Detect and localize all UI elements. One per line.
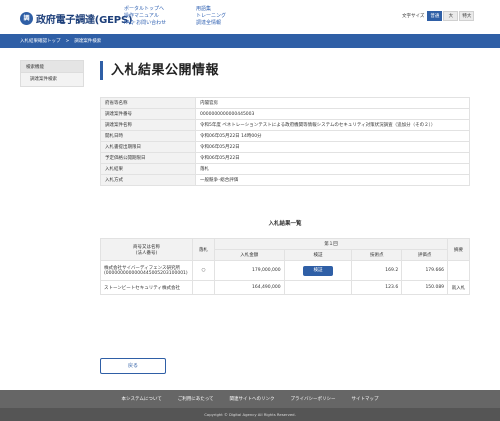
company-cell: 株式会社サイバーディフェンス研究所 (000000000000044500520… <box>100 260 193 281</box>
breadcrumb-bar: 入札結果確認トップ > 調達案件検索 <box>0 34 500 48</box>
chevron-right-icon: > <box>65 38 70 44</box>
manual-link[interactable]: 操作マニュアル <box>124 13 166 20</box>
footer-link-privacy[interactable]: プライバシーポリシー <box>291 396 336 402</box>
bid-results-table: 商号又は名称 (法人番号) 落札 第１回 摘要 入札金額 検証 技術点 評価点 … <box>100 238 470 295</box>
info-label: 開札日時 <box>100 130 196 142</box>
note: 就入札 <box>447 280 470 295</box>
footer-link-related[interactable]: 関連サイトへのリンク <box>230 396 275 402</box>
site-header: 調 政府電子調達(GEPS) ポータルトップへ 操作マニュアル FAQ･お問い合… <box>0 0 500 34</box>
info-value: 落札 <box>195 163 470 175</box>
table-row: ストーンビートセキュリティ株式会社 164,490,000 123.6 150.… <box>100 280 470 295</box>
info-row: 開札日時 令和06年05月22日 14時00分 <box>100 130 470 142</box>
award-mark <box>191 280 215 295</box>
footer-link-about[interactable]: 本システムについて <box>122 396 162 402</box>
info-label: 調達案件名称 <box>100 119 196 131</box>
inspect-button[interactable]: 検証 <box>303 265 333 276</box>
award-mark: ○ <box>191 260 215 281</box>
company-cell: ストーンビートセキュリティ株式会社 <box>100 280 193 295</box>
col-score: 評価点 <box>401 249 449 261</box>
all-procurement-link[interactable]: 調達全情報 <box>196 20 226 27</box>
col-award: 落札 <box>191 238 215 261</box>
info-row: 入札結果 落札 <box>100 163 470 175</box>
info-value: 内閣官房 <box>195 97 470 109</box>
col-company: 商号又は名称 (法人番号) <box>100 238 193 261</box>
info-label: 府省等名称 <box>100 97 196 109</box>
info-label: 調達案件番号 <box>100 108 196 120</box>
info-value: 一般競争･総合評価 <box>195 174 470 186</box>
sidebar-heading: 検索機能 <box>20 60 84 73</box>
bid-amount: 164,490,000 <box>213 280 285 295</box>
eval-score: 150.089 <box>401 280 449 295</box>
copyright: Copyright © Digital Agency All Rights Re… <box>0 408 500 421</box>
font-size-normal-button[interactable]: 普通 <box>427 11 443 21</box>
col-round: 第１回 <box>213 238 449 250</box>
info-label: 入札書提出期限日 <box>100 141 196 153</box>
company-name: ストーンビートセキュリティ株式会社 <box>104 285 181 291</box>
font-size-large-button[interactable]: 大 <box>443 11 459 21</box>
page-title: 入札結果公開情報 <box>100 61 219 80</box>
info-value: 令和5年度 ペネトレーションテストによる政府機関等情報システムのセキュリティ対策… <box>195 119 470 131</box>
font-size-label: 文字サイズ <box>402 14 425 19</box>
info-row: 入札方式 一般競争･総合評価 <box>100 174 470 186</box>
info-row: 予定価格公開期限日 令和06年05月22日 <box>100 152 470 164</box>
footer-link-usage[interactable]: ご利用にあたって <box>178 396 214 402</box>
sidebar: 検索機能 調達案件検索 <box>20 60 84 87</box>
footer-link-sitemap[interactable]: サイトマップ <box>351 396 378 402</box>
portal-top-link[interactable]: ポータルトップへ <box>124 6 166 13</box>
results-header-row: 商号又は名称 (法人番号) 落札 第１回 摘要 <box>100 238 470 261</box>
bid-amount: 179,000,000 <box>213 260 285 281</box>
info-label: 入札結果 <box>100 163 196 175</box>
table-row: 株式会社サイバーディフェンス研究所 (000000000000044500520… <box>100 260 470 281</box>
info-label: 予定価格公開期限日 <box>100 152 196 164</box>
sidebar-item-procurement-search[interactable]: 調達案件検索 <box>20 73 84 87</box>
col-tech: 技術点 <box>351 249 403 261</box>
breadcrumb-item-search[interactable]: 調達案件検索 <box>74 38 101 44</box>
font-size-xlarge-button[interactable]: 特大 <box>459 11 475 21</box>
info-value: 令和06年05月22日 14時00分 <box>195 130 470 142</box>
col-note: 摘要 <box>447 238 470 261</box>
footer-links: 本システムについて ご利用にあたって 関連サイトへのリンク プライバシーポリシー… <box>0 390 500 408</box>
inspect-cell <box>283 280 353 295</box>
procurement-info-table: 府省等名称 内閣官房 調達案件番号 0000000000000445003 調達案件… <box>100 97 470 186</box>
faq-link[interactable]: FAQ･お問い合わせ <box>124 20 166 27</box>
breadcrumb-item-top[interactable]: 入札結果確認トップ <box>20 38 61 44</box>
inspect-cell: 検証 <box>283 260 353 281</box>
site-title: 政府電子調達(GEPS) <box>36 15 133 26</box>
info-row: 調達案件番号 0000000000000445003 <box>100 108 470 120</box>
header-links-secondary: 用語集 トレーニング 調達全情報 <box>196 6 226 27</box>
training-link[interactable]: トレーニング <box>196 13 226 20</box>
info-value: 0000000000000445003 <box>195 108 470 120</box>
tech-score: 169.2 <box>351 260 403 281</box>
eval-score: 179.666 <box>401 260 449 281</box>
breadcrumb: 入札結果確認トップ > 調達案件検索 <box>20 34 101 48</box>
header-links-primary: ポータルトップへ 操作マニュアル FAQ･お問い合わせ <box>124 6 166 27</box>
info-value: 令和06年05月22日 <box>195 152 470 164</box>
corp-number: (0000000000000445005203100001) <box>104 271 188 276</box>
info-row: 入札書提出期限日 令和06年05月22日 <box>100 141 470 153</box>
col-inspect: 検証 <box>283 249 353 261</box>
font-size-switcher: 文字サイズ 普通 大 特大 <box>402 11 475 21</box>
col-amount: 入札金額 <box>213 249 285 261</box>
info-value: 令和06年05月22日 <box>195 141 470 153</box>
results-heading: 入札結果一覧 <box>268 221 302 227</box>
tech-score: 123.6 <box>351 280 403 295</box>
info-row: 府省等名称 内閣官房 <box>100 97 470 109</box>
site-footer: 本システムについて ご利用にあたって 関連サイトへのリンク プライバシーポリシー… <box>0 390 500 421</box>
geps-logo-icon: 調 <box>20 12 33 25</box>
note <box>447 260 470 281</box>
info-row: 調達案件名称 令和5年度 ペネトレーションテストによる政府機関等情報システムのセキ… <box>100 119 470 131</box>
info-label: 入札方式 <box>100 174 196 186</box>
back-button[interactable]: 戻る <box>100 358 166 374</box>
geps-logo[interactable]: 調 政府電子調達(GEPS) <box>20 11 133 26</box>
glossary-link[interactable]: 用語集 <box>196 6 226 13</box>
